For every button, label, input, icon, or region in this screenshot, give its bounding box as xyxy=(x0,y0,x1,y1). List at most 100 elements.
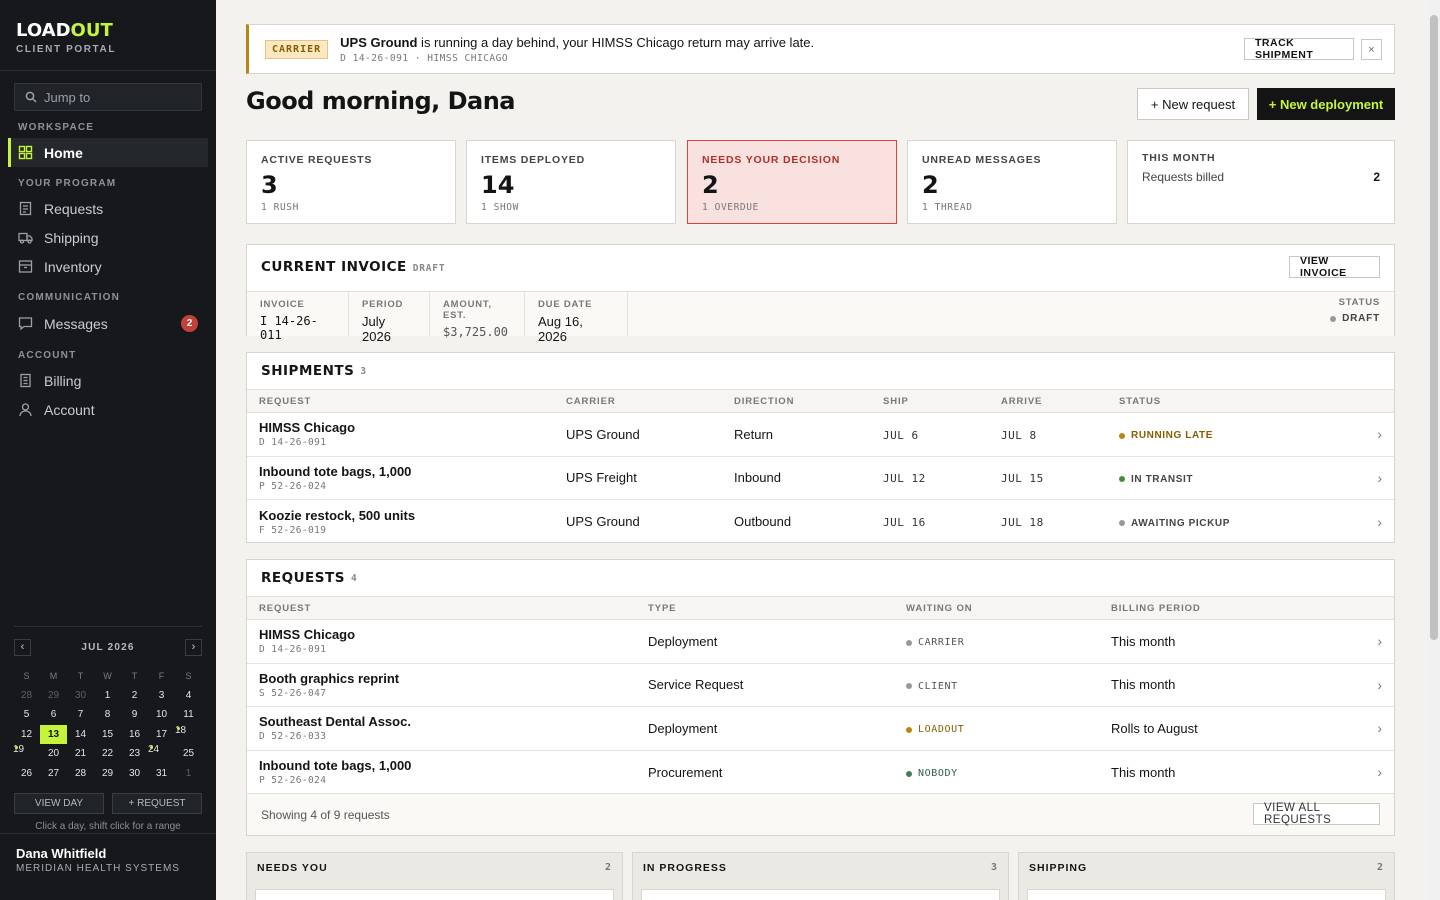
board-card[interactable] xyxy=(641,889,1000,900)
user-profile[interactable]: Dana Whitfield MERIDIAN HEALTH SYSTEMS xyxy=(16,846,180,874)
view-invoice-button[interactable]: VIEW INVOICE xyxy=(1289,255,1380,279)
sidebar-item-label: Messages xyxy=(44,315,108,332)
calendar-day[interactable]: 25 xyxy=(175,744,202,764)
stat-card-active-requests[interactable]: ACTIVE REQUESTS 3 1 RUSH xyxy=(246,140,456,224)
calendar-day[interactable]: 3 xyxy=(148,686,175,706)
stat-card-items-deployed[interactable]: ITEMS DEPLOYED 14 1 SHOW xyxy=(466,140,676,224)
sidebar-item-requests[interactable]: Requests xyxy=(8,194,208,223)
board-card[interactable] xyxy=(255,889,614,900)
calendar-day[interactable]: 28 xyxy=(67,764,94,784)
waiting-text: NOBODY xyxy=(918,768,958,779)
calendar-day[interactable]: 8 xyxy=(94,705,121,725)
requests-footer-text: Showing 4 of 9 requests xyxy=(261,807,390,822)
table-row[interactable]: Southeast Dental Assoc. D 52-26-033 Deploy… xyxy=(247,706,1394,751)
calendar-day[interactable]: 9 xyxy=(121,705,148,725)
cell-carrier: UPS Ground xyxy=(554,412,722,457)
calendar-day[interactable]: 19 xyxy=(13,744,24,755)
cell-arrive: JUL 15 xyxy=(989,456,1107,500)
sidebar-item-messages[interactable]: Messages 2 xyxy=(8,309,208,338)
add-request-button[interactable]: + REQUEST xyxy=(112,793,202,814)
stat-card-needs-decision[interactable]: NEEDS YOUR DECISION 2 1 OVERDUE xyxy=(687,140,897,224)
chevron-right-icon[interactable]: › xyxy=(1364,706,1394,751)
calendar-day[interactable]: 17 xyxy=(148,725,175,745)
calendar-day-today[interactable]: 13 xyxy=(40,724,67,744)
waiting-dot xyxy=(906,770,912,777)
chevron-right-icon[interactable]: › xyxy=(1364,412,1394,457)
col-carrier: CARRIER xyxy=(554,389,722,413)
search-placeholder: Jump to xyxy=(44,89,91,105)
sidebar-item-inventory[interactable]: Inventory xyxy=(8,252,208,281)
calendar-day[interactable]: 26 xyxy=(13,764,40,784)
view-all-requests-button[interactable]: VIEW ALL REQUESTS xyxy=(1253,802,1380,826)
sidebar-item-billing[interactable]: Billing xyxy=(8,366,208,395)
table-row[interactable]: Inbound tote bags, 1,000 P 52-26-024 Procu… xyxy=(247,750,1394,794)
chevron-right-icon[interactable]: › xyxy=(1364,456,1394,500)
calendar-day[interactable]: 2 xyxy=(121,686,148,706)
status-badge: AWAITING PICKUP xyxy=(1119,518,1230,529)
search-input[interactable]: Jump to xyxy=(14,83,202,111)
table-row[interactable]: Inbound tote bags, 1,000 P 52-26-024 UPS F… xyxy=(247,456,1394,500)
calendar-day[interactable]: 6 xyxy=(40,705,67,725)
calendar-weekday: S xyxy=(185,670,192,681)
calendar-next-button[interactable]: › xyxy=(185,638,202,656)
scrollbar-thumb[interactable] xyxy=(1430,15,1438,640)
calendar-day[interactable]: 22 xyxy=(94,744,121,764)
status-dot xyxy=(1119,520,1125,526)
page-scrollbar[interactable] xyxy=(1428,0,1440,900)
sidebar-item-shipping[interactable]: Shipping xyxy=(8,223,208,252)
mini-calendar: ‹ JUL 2026 › S M T W T F S 28 29 30 1 2 3 4 5 6 7 8 9 10 11 1… xyxy=(13,638,202,832)
request-title: Booth graphics reprint xyxy=(259,670,400,686)
requests-body: HIMSS Chicago D 14-26-091 Deployment CARRIE… xyxy=(247,619,1394,794)
calendar-day[interactable]: 20 xyxy=(40,744,67,764)
table-row[interactable]: HIMSS Chicago D 14-26-091 UPS Ground Return… xyxy=(247,412,1394,457)
chevron-right-icon[interactable]: › xyxy=(1364,619,1394,664)
calendar-day[interactable]: 30 xyxy=(67,686,94,706)
chevron-right-icon[interactable]: › xyxy=(1364,750,1394,794)
table-row[interactable]: HIMSS Chicago D 14-26-091 Deployment CARRIE… xyxy=(247,619,1394,664)
calendar-day[interactable]: 24 xyxy=(148,744,159,755)
waiting-badge: LOADOUT xyxy=(906,724,964,735)
sidebar-item-account[interactable]: Account xyxy=(8,395,208,424)
new-request-button[interactable]: + New request xyxy=(1137,88,1249,120)
calendar-day[interactable]: 27 xyxy=(40,764,67,784)
calendar-day[interactable]: 28 xyxy=(13,686,40,706)
calendar-day[interactable]: 23 xyxy=(121,744,148,764)
calendar-day[interactable]: 14 xyxy=(67,725,94,745)
calendar-day[interactable]: 16 xyxy=(121,725,148,745)
brand[interactable]: LOADOUT CLIENT PORTAL xyxy=(16,21,116,56)
board-card[interactable] xyxy=(1027,889,1386,900)
table-row[interactable]: Booth graphics reprint S 52-26-047 Service… xyxy=(247,663,1394,707)
calendar-day[interactable]: 18 xyxy=(175,725,186,736)
calendar-day[interactable]: 7 xyxy=(67,705,94,725)
calendar-day[interactable]: 10 xyxy=(148,705,175,725)
calendar-day[interactable]: 11 xyxy=(175,705,202,725)
calendar-day[interactable]: 29 xyxy=(40,686,67,706)
calendar-day[interactable]: 29 xyxy=(94,764,121,784)
calendar-prev-button[interactable]: ‹ xyxy=(14,638,31,656)
calendar-day[interactable]: 30 xyxy=(121,764,148,784)
sidebar-item-home[interactable]: Home xyxy=(8,138,208,167)
calendar-day[interactable]: 31 xyxy=(148,764,175,784)
calendar-day[interactable]: 21 xyxy=(67,744,94,764)
cell-request: HIMSS Chicago D 14-26-091 xyxy=(247,619,636,664)
cell-waiting-on: CLIENT xyxy=(894,663,1099,707)
new-deployment-button[interactable]: + New deployment xyxy=(1257,88,1395,120)
banner-meta: D 14-26-091 · HIMSS CHICAGO xyxy=(340,52,509,64)
cell-ship: JUL 16 xyxy=(871,500,989,544)
calendar-day[interactable]: 15 xyxy=(94,725,121,745)
calendar-day[interactable]: 4 xyxy=(175,686,202,706)
calendar-day[interactable]: 5 xyxy=(13,705,40,725)
close-icon[interactable]: × xyxy=(1361,39,1382,60)
stat-card-unread-messages[interactable]: UNREAD MESSAGES 2 1 THREAD xyxy=(907,140,1117,224)
request-ref: D 14-26-091 xyxy=(259,437,327,449)
calendar-day[interactable]: 1 xyxy=(175,764,202,784)
calendar-day[interactable]: 1 xyxy=(94,686,121,706)
cell-direction: Inbound xyxy=(722,456,871,500)
box-icon xyxy=(18,260,33,273)
calendar-day[interactable]: 12 xyxy=(13,725,40,745)
chevron-right-icon[interactable]: › xyxy=(1364,500,1394,544)
table-row[interactable]: Koozie restock, 500 units F 52-26-019 UPS … xyxy=(247,500,1394,544)
chevron-right-icon[interactable]: › xyxy=(1364,663,1394,707)
track-shipment-button[interactable]: TRACK SHIPMENT xyxy=(1244,37,1354,61)
view-day-button[interactable]: VIEW DAY xyxy=(14,793,104,814)
